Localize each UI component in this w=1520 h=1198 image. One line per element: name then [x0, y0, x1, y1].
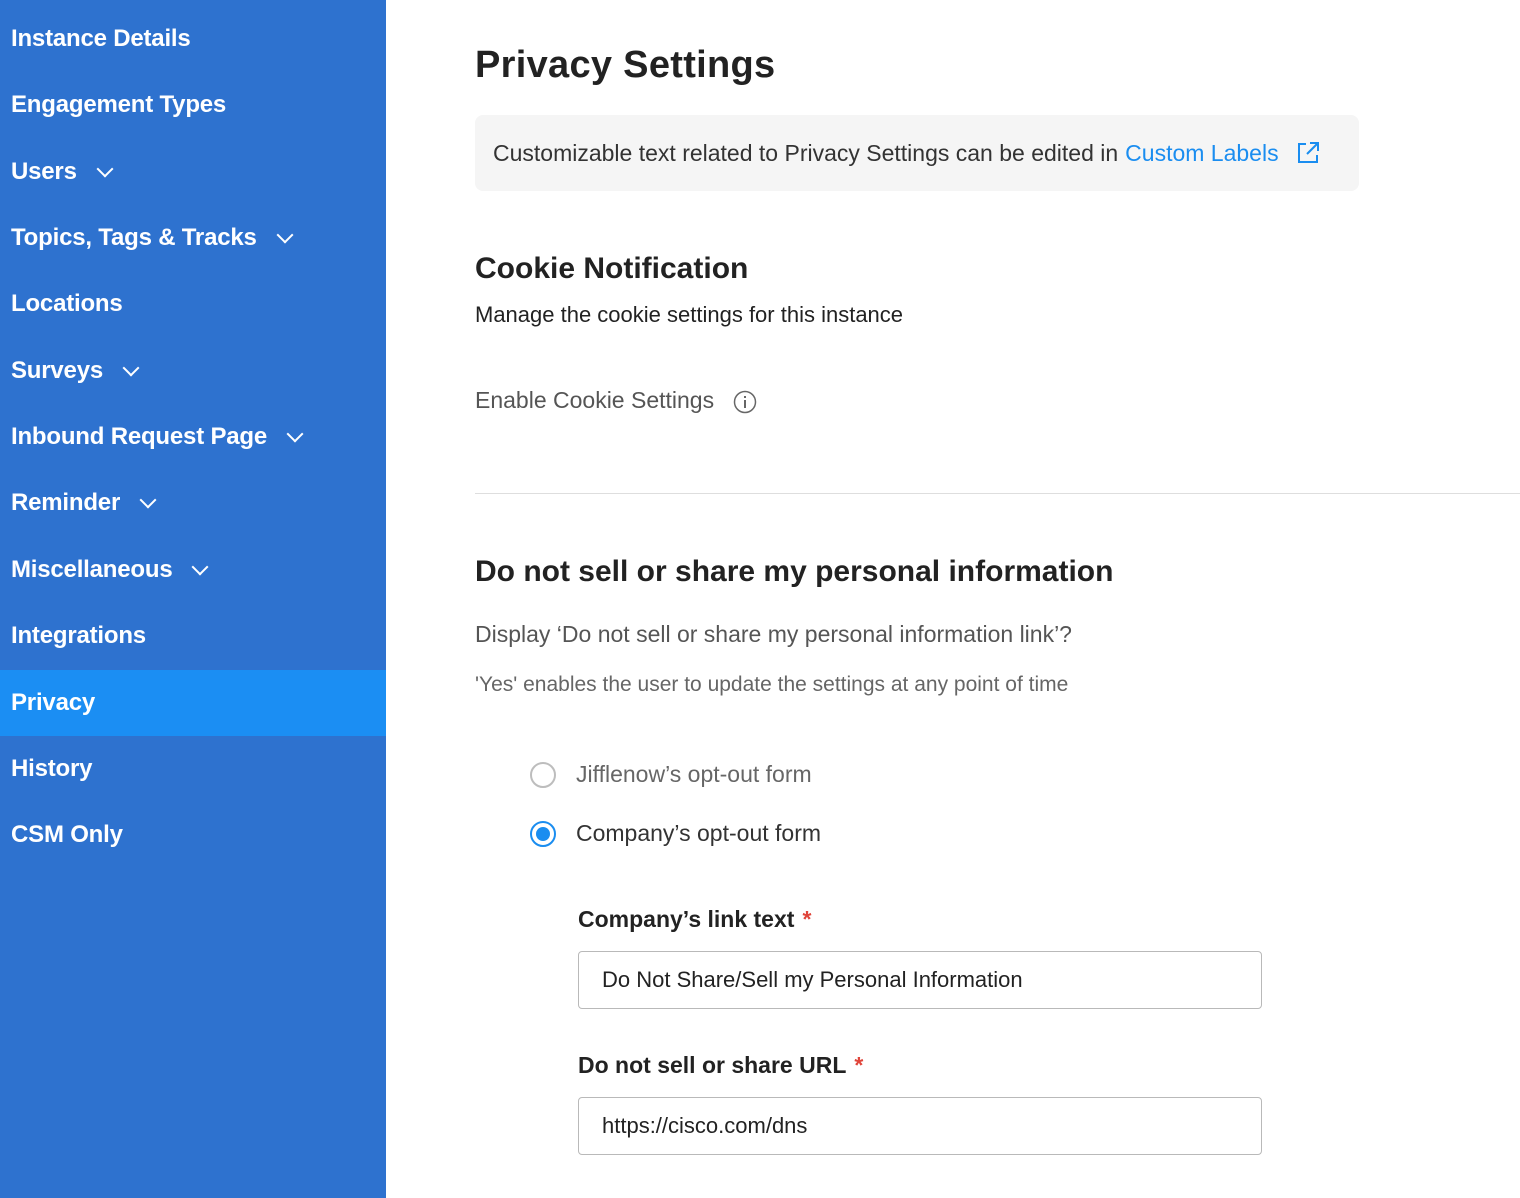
dns-section-title: Do not sell or share my personal informa… [475, 555, 1114, 588]
page-title: Privacy Settings [475, 44, 776, 86]
sidebar-item-miscellaneous[interactable]: Miscellaneous [0, 537, 386, 603]
radio-label: Company’s opt-out form [576, 820, 822, 846]
banner-text: Customizable text related to Privacy Set… [493, 139, 1119, 166]
radio-button[interactable] [530, 761, 556, 788]
info-banner: Customizable text related to Privacy Set… [475, 115, 1359, 191]
radio-label: Jifflenow’s opt-out form [576, 761, 812, 787]
sidebar-item-engagement-types[interactable]: Engagement Types [0, 72, 386, 138]
url-label: Do not sell or share URL * [578, 1052, 863, 1079]
info-icon[interactable] [733, 390, 757, 414]
chevron-down-icon [122, 359, 140, 377]
sidebar-item-label: Reminder [11, 489, 121, 516]
radio-option-company[interactable]: Company’s opt-out form [530, 820, 821, 847]
radio-button-selected[interactable] [530, 820, 556, 847]
sidebar-item-surveys[interactable]: Surveys [0, 338, 386, 404]
external-link-icon[interactable] [1295, 140, 1321, 166]
sidebar-item-label: CSM Only [11, 821, 123, 848]
sidebar-item-csm-only[interactable]: CSM Only [0, 802, 386, 868]
link-text-label: Company’s link text * [578, 906, 811, 933]
sidebar-item-label: History [11, 755, 93, 782]
custom-labels-link[interactable]: Custom Labels [1125, 140, 1278, 167]
radio-option-jifflenow[interactable]: Jifflenow’s opt-out form [530, 761, 812, 788]
sidebar-item-topics-tags-tracks[interactable]: Topics, Tags & Tracks [0, 205, 386, 271]
sidebar-item-privacy[interactable]: Privacy [0, 670, 386, 736]
required-indicator: * [802, 906, 812, 932]
chevron-down-icon [286, 425, 304, 443]
sidebar: Instance Details Engagement Types Users … [0, 0, 386, 1198]
sidebar-item-label: Engagement Types [11, 91, 227, 118]
sidebar-item-users[interactable]: Users [0, 139, 386, 205]
cookie-section-title: Cookie Notification [475, 252, 749, 285]
main-content: Privacy Settings Customizable text relat… [475, 0, 1520, 1198]
chevron-down-icon [276, 226, 294, 244]
cookie-section-description: Manage the cookie settings for this inst… [475, 302, 904, 327]
sidebar-item-instance-details[interactable]: Instance Details [0, 6, 386, 72]
sidebar-item-label: Privacy [11, 689, 96, 716]
enable-cookie-label: Enable Cookie Settings [475, 387, 715, 413]
chevron-down-icon [139, 491, 157, 509]
enable-cookie-setting-row: Enable Cookie Settings [475, 387, 757, 414]
sidebar-item-label: Surveys [11, 357, 103, 384]
sidebar-item-label: Miscellaneous [11, 556, 173, 583]
chevron-down-icon [96, 160, 114, 178]
dns-question: Display ‘Do not sell or share my persona… [475, 621, 1072, 647]
sidebar-item-reminder[interactable]: Reminder [0, 470, 386, 536]
sidebar-item-label: Locations [11, 290, 123, 317]
sidebar-item-history[interactable]: History [0, 736, 386, 802]
link-text-label-text: Company’s link text [578, 906, 795, 932]
sidebar-item-label: Topics, Tags & Tracks [11, 224, 257, 251]
sidebar-item-label: Instance Details [11, 25, 191, 52]
link-text-input[interactable] [578, 951, 1262, 1009]
dns-hint: 'Yes' enables the user to update the set… [475, 673, 1069, 696]
sidebar-item-label: Inbound Request Page [11, 423, 268, 450]
sidebar-item-locations[interactable]: Locations [0, 271, 386, 337]
sidebar-item-label: Users [11, 158, 77, 185]
url-label-text: Do not sell or share URL [578, 1052, 847, 1078]
sidebar-item-integrations[interactable]: Integrations [0, 603, 386, 669]
url-input[interactable] [578, 1097, 1262, 1155]
section-divider [475, 493, 1520, 494]
required-indicator: * [854, 1052, 864, 1078]
chevron-down-icon [191, 558, 209, 576]
sidebar-item-inbound-request-page[interactable]: Inbound Request Page [0, 404, 386, 470]
sidebar-item-label: Integrations [11, 622, 146, 649]
